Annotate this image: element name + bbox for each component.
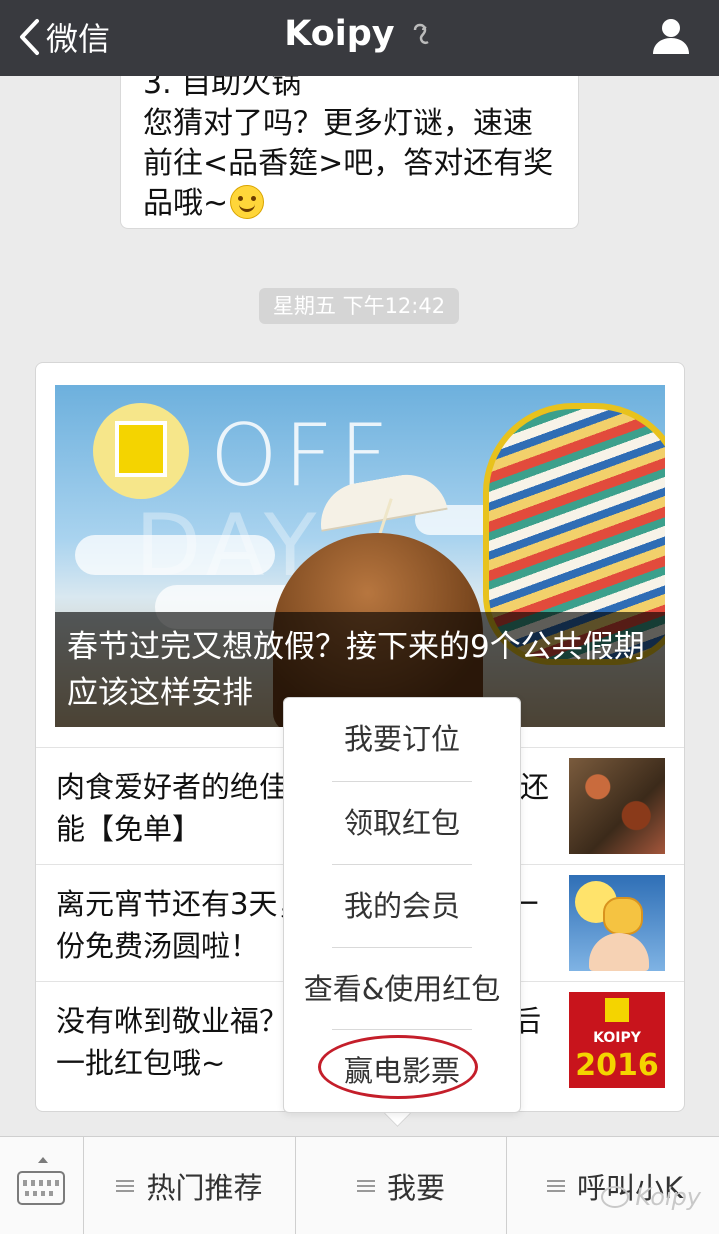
tab-hot-recommend[interactable]: 热门推荐 bbox=[84, 1137, 296, 1234]
menu-lines-icon bbox=[116, 1179, 135, 1192]
message-bubble: 3. 自助火锅 您猜对了吗？更多灯谜，速速 前往<品香筵>吧，答对还有奖 品哦~ bbox=[120, 76, 579, 229]
profile-icon[interactable] bbox=[651, 16, 691, 56]
article-thumbnail bbox=[569, 875, 665, 971]
tab-i-want[interactable]: 我要 bbox=[296, 1137, 507, 1234]
message-timestamp: 星期五 下午12:42 bbox=[259, 288, 459, 324]
k-logo-icon bbox=[115, 421, 167, 477]
thumbnail-year: 2016 bbox=[575, 1048, 659, 1083]
k-logo-icon bbox=[605, 998, 629, 1022]
menu-item-win-movie-tickets[interactable]: 赢电影票 bbox=[284, 1030, 520, 1112]
nav-bar: 微信 Koipy bbox=[0, 0, 719, 76]
watermark-text: Koipy bbox=[635, 1183, 701, 1211]
article-thumbnail bbox=[569, 758, 665, 854]
chat-title: Koipy bbox=[0, 14, 719, 55]
menu-item-book-table[interactable]: 我要订位 bbox=[284, 698, 520, 780]
earpiece-mode-icon bbox=[413, 15, 435, 55]
message-line: 3. 自助火锅 bbox=[143, 76, 302, 101]
wechat-icon bbox=[601, 1186, 630, 1208]
submenu-popup: 我要订位 领取红包 我的会员 查看&使用红包 赢电影票 bbox=[283, 697, 521, 1113]
watermark: Koipy bbox=[601, 1183, 701, 1211]
menu-lines-icon bbox=[547, 1179, 565, 1192]
article-thumbnail: KOIPY 2016 bbox=[569, 992, 665, 1088]
chat-title-text: Koipy bbox=[284, 14, 395, 54]
caret-up-icon bbox=[38, 1157, 48, 1163]
thumbnail-brand: KOIPY bbox=[593, 1030, 641, 1046]
tab-label: 我要 bbox=[386, 1170, 445, 1205]
menu-lines-icon bbox=[356, 1179, 375, 1192]
menu-item-my-membership[interactable]: 我的会员 bbox=[284, 865, 520, 947]
keyboard-icon bbox=[17, 1171, 65, 1205]
message-line: 前往<品香筵>吧，答对还有奖 bbox=[143, 146, 554, 181]
message-line: 您猜对了吗？更多灯谜，速速 bbox=[143, 106, 533, 141]
message-line: 品哦~ bbox=[143, 186, 229, 221]
cover-article[interactable]: OFF DAY 春节过完又想放假？接下来的9个公共假期应该这样安排 bbox=[55, 385, 665, 727]
lantern-illustration bbox=[603, 897, 643, 935]
keyboard-toggle-button[interactable] bbox=[0, 1137, 84, 1234]
kid-illustration bbox=[589, 933, 649, 971]
menu-item-get-red-packet[interactable]: 领取红包 bbox=[284, 782, 520, 864]
menu-item-view-red-packet[interactable]: 查看&使用红包 bbox=[284, 948, 520, 1030]
tab-label: 热门推荐 bbox=[146, 1170, 263, 1205]
smile-emoji-icon bbox=[230, 185, 265, 219]
